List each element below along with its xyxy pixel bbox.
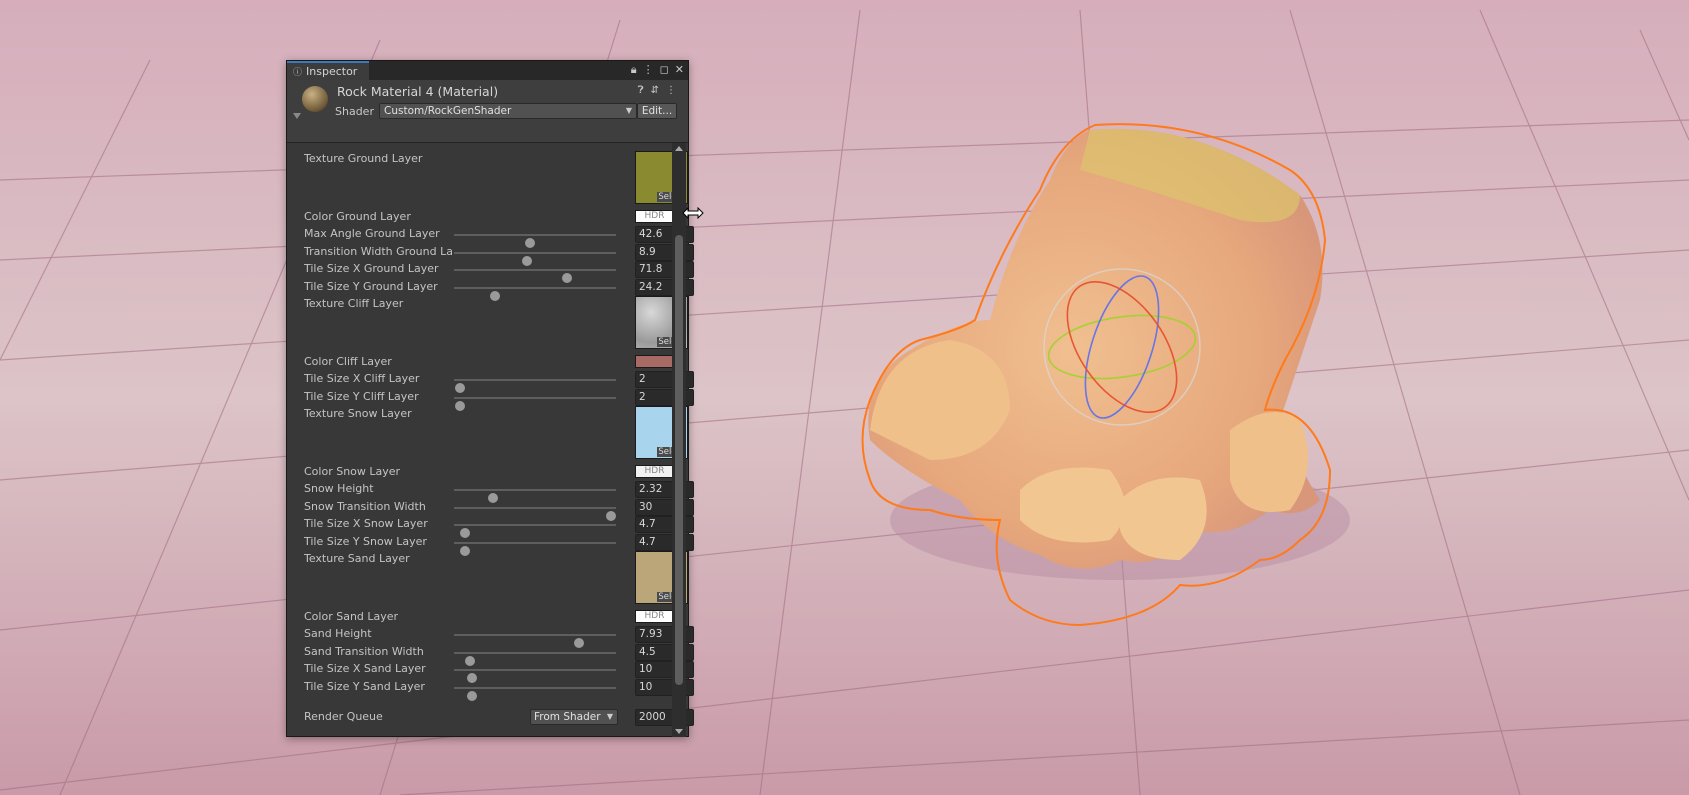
property-label: Texture Cliff Layer: [304, 297, 404, 310]
property-texture-ground-layer: Texture Ground Layer Select: [304, 151, 688, 204]
slider-track[interactable]: [454, 652, 616, 666]
slider-track[interactable]: [454, 379, 616, 393]
slider-track[interactable]: [454, 687, 616, 701]
lock-icon[interactable]: 🔒︎: [631, 63, 637, 77]
property-render-queue: Render Queue From Shader ▼ 2000: [304, 709, 694, 726]
color-swatch[interactable]: HDR: [635, 465, 674, 478]
slider-track[interactable]: [454, 507, 617, 521]
help-icon[interactable]: ❓︎: [638, 85, 644, 96]
window-controls: 🔒︎ ⋮ ◻ ✕: [631, 63, 684, 77]
slider-track[interactable]: [454, 542, 616, 556]
material-header: Rock Material 4 (Material) ❓︎ ⇵ ⋮ Shader…: [287, 80, 688, 143]
property-label: Max Angle Ground Layer: [304, 227, 440, 240]
preset-icon[interactable]: ⇵: [651, 85, 659, 96]
property-color-snow-layer: Color Snow Layer HDR ✎: [304, 464, 687, 481]
color-swatch[interactable]: [635, 355, 674, 368]
property-color-sand-layer: Color Sand Layer HDR ✎: [304, 609, 687, 626]
property-snow-transition-width: Snow Transition Width 30: [304, 499, 694, 521]
shader-dropdown-value: Custom/RockGenShader: [384, 105, 512, 117]
property-label: Render Queue: [304, 710, 383, 723]
property-color-cliff-layer: Color Cliff Layer ✎: [304, 354, 687, 371]
chevron-down-icon: ▼: [625, 106, 632, 115]
property-label: Tile Size Y Ground Layer: [304, 280, 438, 293]
slider-track[interactable]: [454, 489, 616, 503]
property-label: Color Snow Layer: [304, 465, 401, 478]
close-icon[interactable]: ✕: [675, 63, 684, 77]
property-tile-size-y-cliff-layer: Tile Size Y Cliff Layer 2: [304, 389, 694, 411]
slider-track[interactable]: [454, 234, 616, 248]
slider-track[interactable]: [454, 634, 616, 648]
property-label: Snow Transition Width: [304, 500, 426, 513]
scrollbar-thumb[interactable]: [675, 235, 683, 685]
scroll-up-arrow-icon[interactable]: [675, 146, 683, 151]
kebab-menu-icon[interactable]: ⋮: [666, 85, 676, 96]
property-label: Tile Size Y Sand Layer: [304, 680, 425, 693]
render-queue-mode: From Shader: [534, 711, 601, 723]
property-max-angle-ground-layer: Max Angle Ground Layer 42.6: [304, 226, 694, 248]
property-label: Color Ground Layer: [304, 210, 411, 223]
property-texture-cliff-layer: Texture Cliff Layer Select: [304, 296, 688, 349]
property-color-ground-layer: Color Ground Layer HDR ✎: [304, 209, 687, 226]
property-tile-size-y-snow-layer: Tile Size Y Snow Layer 4.7: [304, 534, 694, 556]
property-label: Color Sand Layer: [304, 610, 399, 623]
property-label: Tile Size Y Snow Layer: [304, 535, 427, 548]
property-label: Transition Width Ground Laye: [304, 245, 452, 258]
scrollbar[interactable]: [672, 143, 686, 737]
property-sand-transition-width: Sand Transition Width 4.5: [304, 644, 694, 666]
inspector-window[interactable]: ⓘ Inspector 🔒︎ ⋮ ◻ ✕ Rock Material 4 (Ma…: [286, 60, 694, 737]
property-sand-height: Sand Height 7.93: [304, 626, 694, 648]
slider-track[interactable]: [454, 524, 616, 538]
color-swatch[interactable]: HDR: [635, 610, 674, 623]
scene-floor: [0, 0, 1689, 795]
property-texture-sand-layer: Texture Sand Layer Select: [304, 551, 688, 604]
property-snow-height: Snow Height 2.32: [304, 481, 694, 503]
property-tile-size-y-ground-layer: Tile Size Y Ground Layer 24.2: [304, 279, 694, 301]
slider-thumb[interactable]: [466, 691, 477, 701]
slider-track[interactable]: [454, 669, 616, 683]
shader-label: Shader: [335, 105, 374, 118]
property-tile-size-x-snow-layer: Tile Size X Snow Layer 4.7: [304, 516, 694, 538]
slider-track[interactable]: [454, 269, 616, 283]
shader-dropdown[interactable]: Custom/RockGenShader ▼: [379, 103, 637, 119]
property-label: Tile Size X Cliff Layer: [304, 372, 420, 385]
color-swatch[interactable]: HDR: [635, 210, 674, 223]
property-label: Tile Size X Ground Layer: [304, 262, 439, 275]
property-label: Sand Transition Width: [304, 645, 424, 658]
property-transition-width-ground-layer: Transition Width Ground Laye 8.9: [304, 244, 694, 266]
slider-track[interactable]: [454, 287, 616, 301]
kebab-menu-icon[interactable]: ⋮: [643, 63, 654, 77]
property-tile-size-x-cliff-layer: Tile Size X Cliff Layer 2: [304, 371, 694, 393]
inspector-tab-bar: ⓘ Inspector 🔒︎ ⋮ ◻ ✕: [287, 61, 688, 80]
property-tile-size-y-sand-layer: Tile Size Y Sand Layer 10: [304, 679, 694, 701]
property-label: Tile Size Y Cliff Layer: [304, 390, 419, 403]
scene-view[interactable]: [0, 0, 1689, 795]
property-label: Texture Snow Layer: [304, 407, 412, 420]
material-properties: Texture Ground Layer Select Color Ground…: [287, 143, 694, 737]
tab-inspector-label: Inspector: [306, 65, 358, 78]
slider-track[interactable]: [454, 252, 616, 266]
property-label: Texture Sand Layer: [304, 552, 410, 565]
property-label: Tile Size X Sand Layer: [304, 662, 426, 675]
property-texture-snow-layer: Texture Snow Layer Select: [304, 406, 688, 459]
header-icons: ❓︎ ⇵ ⋮: [638, 85, 676, 96]
property-label: Sand Height: [304, 627, 372, 640]
property-tile-size-x-sand-layer: Tile Size X Sand Layer 10: [304, 661, 694, 683]
property-label: Snow Height: [304, 482, 374, 495]
resize-cursor-icon: [682, 207, 704, 219]
render-queue-dropdown[interactable]: From Shader ▼: [530, 709, 618, 725]
maximize-icon[interactable]: ◻: [660, 63, 669, 77]
property-label: Texture Ground Layer: [304, 152, 423, 165]
edit-shader-button[interactable]: Edit...: [637, 103, 677, 119]
property-label: Tile Size X Snow Layer: [304, 517, 428, 530]
property-tile-size-x-ground-layer: Tile Size X Ground Layer 71.8: [304, 261, 694, 283]
tab-inspector[interactable]: ⓘ Inspector: [287, 61, 369, 80]
material-title: Rock Material 4 (Material): [337, 84, 499, 99]
property-label: Color Cliff Layer: [304, 355, 392, 368]
info-icon: ⓘ: [293, 68, 303, 78]
scroll-down-arrow-icon[interactable]: [675, 729, 683, 734]
chevron-down-icon: ▼: [606, 712, 613, 721]
foldout-arrow-icon[interactable]: [293, 113, 301, 119]
material-preview-icon: [302, 86, 328, 112]
slider-track[interactable]: [454, 397, 616, 411]
